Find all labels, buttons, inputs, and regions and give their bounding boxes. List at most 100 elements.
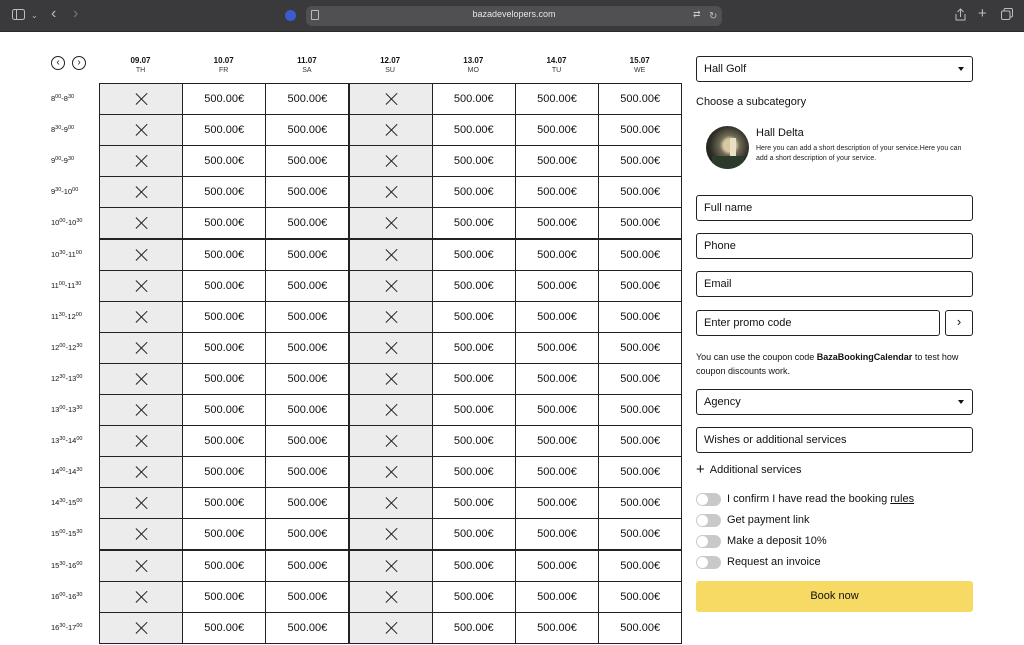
- slot-price-cell[interactable]: 500.00€: [265, 269, 350, 302]
- email-field[interactable]: Email: [696, 271, 973, 297]
- slot-price-cell[interactable]: 500.00€: [515, 83, 599, 115]
- slot-price-cell[interactable]: 500.00€: [598, 300, 683, 333]
- slot-price-cell[interactable]: 500.00€: [515, 487, 599, 520]
- slot-price-cell[interactable]: 500.00€: [515, 456, 599, 489]
- share-icon[interactable]: [955, 8, 966, 25]
- hall-avatar[interactable]: [706, 126, 749, 169]
- slot-price-cell[interactable]: 500.00€: [515, 362, 599, 395]
- slot-price-cell[interactable]: 500.00€: [598, 394, 683, 426]
- slot-price-cell[interactable]: 500.00€: [515, 114, 599, 147]
- slot-price-cell[interactable]: 500.00€: [515, 238, 599, 271]
- slot-price-cell[interactable]: 500.00€: [265, 83, 350, 115]
- hall-select[interactable]: Hall Golf: [696, 56, 973, 82]
- slot-price-cell[interactable]: 500.00€: [265, 394, 350, 426]
- slot-price-cell[interactable]: 500.00€: [182, 394, 267, 426]
- slot-price-cell[interactable]: 500.00€: [598, 269, 683, 302]
- slot-price-cell[interactable]: 500.00€: [265, 611, 350, 644]
- slot-price-cell[interactable]: 500.00€: [182, 207, 267, 240]
- slot-price-cell[interactable]: 500.00€: [431, 331, 516, 364]
- slot-price-cell[interactable]: 500.00€: [598, 518, 683, 551]
- slot-price-cell[interactable]: 500.00€: [265, 518, 350, 551]
- slot-price-cell[interactable]: 500.00€: [598, 238, 683, 271]
- slot-price-cell[interactable]: 500.00€: [515, 269, 599, 302]
- slot-price-cell[interactable]: 500.00€: [265, 362, 350, 395]
- address-bar[interactable]: bazadevelopers.com: [306, 6, 722, 26]
- slot-price-cell[interactable]: 500.00€: [265, 207, 350, 240]
- slot-price-cell[interactable]: 500.00€: [598, 425, 683, 458]
- slot-price-cell[interactable]: 500.00€: [265, 487, 350, 520]
- slot-price-cell[interactable]: 500.00€: [431, 425, 516, 458]
- slot-price-cell[interactable]: 500.00€: [515, 207, 599, 240]
- slot-price-cell[interactable]: 500.00€: [182, 425, 267, 458]
- slot-price-cell[interactable]: 500.00€: [431, 611, 516, 644]
- slot-price-cell[interactable]: 500.00€: [182, 456, 267, 489]
- slot-price-cell[interactable]: 500.00€: [598, 611, 683, 644]
- slot-price-cell[interactable]: 500.00€: [265, 549, 350, 582]
- translate-icon[interactable]: ⇄: [693, 9, 701, 20]
- slot-price-cell[interactable]: 500.00€: [182, 580, 267, 613]
- slot-price-cell[interactable]: 500.00€: [265, 456, 350, 489]
- reload-icon[interactable]: ↻: [709, 9, 717, 25]
- slot-price-cell[interactable]: 500.00€: [598, 331, 683, 364]
- slot-price-cell[interactable]: 500.00€: [431, 176, 516, 209]
- slot-price-cell[interactable]: 500.00€: [515, 580, 599, 613]
- slot-price-cell[interactable]: 500.00€: [515, 145, 599, 178]
- slot-price-cell[interactable]: 500.00€: [182, 518, 267, 551]
- agency-select[interactable]: Agency: [696, 389, 973, 415]
- slot-price-cell[interactable]: 500.00€: [515, 425, 599, 458]
- apply-promo-button[interactable]: ›: [945, 310, 973, 336]
- slot-price-cell[interactable]: 500.00€: [598, 207, 683, 240]
- slot-price-cell[interactable]: 500.00€: [182, 549, 267, 582]
- slot-price-cell[interactable]: 500.00€: [431, 114, 516, 147]
- slot-price-cell[interactable]: 500.00€: [515, 331, 599, 364]
- slot-price-cell[interactable]: 500.00€: [431, 300, 516, 333]
- slot-price-cell[interactable]: 500.00€: [598, 549, 683, 582]
- slot-price-cell[interactable]: 500.00€: [182, 611, 267, 644]
- additional-services-button[interactable]: + Additional services: [696, 462, 801, 477]
- phone-field[interactable]: Phone: [696, 233, 973, 259]
- slot-price-cell[interactable]: 500.00€: [515, 394, 599, 426]
- slot-price-cell[interactable]: 500.00€: [182, 145, 267, 178]
- sidebar-icon[interactable]: [12, 8, 25, 24]
- slot-price-cell[interactable]: 500.00€: [598, 114, 683, 147]
- next-week-button[interactable]: ›: [72, 56, 86, 70]
- slot-price-cell[interactable]: 500.00€: [265, 145, 350, 178]
- wishes-field[interactable]: Wishes or additional services: [696, 427, 973, 453]
- chevron-down-icon[interactable]: ⌄: [31, 8, 38, 24]
- slot-price-cell[interactable]: 500.00€: [598, 580, 683, 613]
- rules-link[interactable]: rules: [890, 493, 914, 505]
- slot-price-cell[interactable]: 500.00€: [515, 518, 599, 551]
- slot-price-cell[interactable]: 500.00€: [598, 362, 683, 395]
- slot-price-cell[interactable]: 500.00€: [431, 580, 516, 613]
- book-now-button[interactable]: Book now: [696, 581, 973, 612]
- slot-price-cell[interactable]: 500.00€: [265, 300, 350, 333]
- slot-price-cell[interactable]: 500.00€: [598, 456, 683, 489]
- privacy-shield-icon[interactable]: [285, 10, 296, 21]
- forward-icon[interactable]: ›: [73, 6, 78, 22]
- slot-price-cell[interactable]: 500.00€: [265, 114, 350, 147]
- slot-price-cell[interactable]: 500.00€: [182, 331, 267, 364]
- slot-price-cell[interactable]: 500.00€: [265, 425, 350, 458]
- slot-price-cell[interactable]: 500.00€: [431, 238, 516, 271]
- slot-price-cell[interactable]: 500.00€: [431, 487, 516, 520]
- hall-name[interactable]: Hall Delta: [756, 127, 804, 139]
- slot-price-cell[interactable]: 500.00€: [598, 487, 683, 520]
- slot-price-cell[interactable]: 500.00€: [182, 362, 267, 395]
- confirm-rules-toggle[interactable]: [696, 493, 721, 506]
- slot-price-cell[interactable]: 500.00€: [431, 269, 516, 302]
- slot-price-cell[interactable]: 500.00€: [265, 238, 350, 271]
- slot-price-cell[interactable]: 500.00€: [182, 176, 267, 209]
- slot-price-cell[interactable]: 500.00€: [431, 394, 516, 426]
- slot-price-cell[interactable]: 500.00€: [431, 83, 516, 115]
- invoice-toggle[interactable]: [696, 556, 721, 569]
- slot-price-cell[interactable]: 500.00€: [182, 269, 267, 302]
- slot-price-cell[interactable]: 500.00€: [515, 176, 599, 209]
- new-tab-icon[interactable]: +: [978, 6, 987, 22]
- slot-price-cell[interactable]: 500.00€: [515, 549, 599, 582]
- slot-price-cell[interactable]: 500.00€: [431, 456, 516, 489]
- back-icon[interactable]: ‹: [51, 6, 56, 22]
- deposit-toggle[interactable]: [696, 535, 721, 548]
- slot-price-cell[interactable]: 500.00€: [515, 611, 599, 644]
- slot-price-cell[interactable]: 500.00€: [182, 487, 267, 520]
- slot-price-cell[interactable]: 500.00€: [265, 331, 350, 364]
